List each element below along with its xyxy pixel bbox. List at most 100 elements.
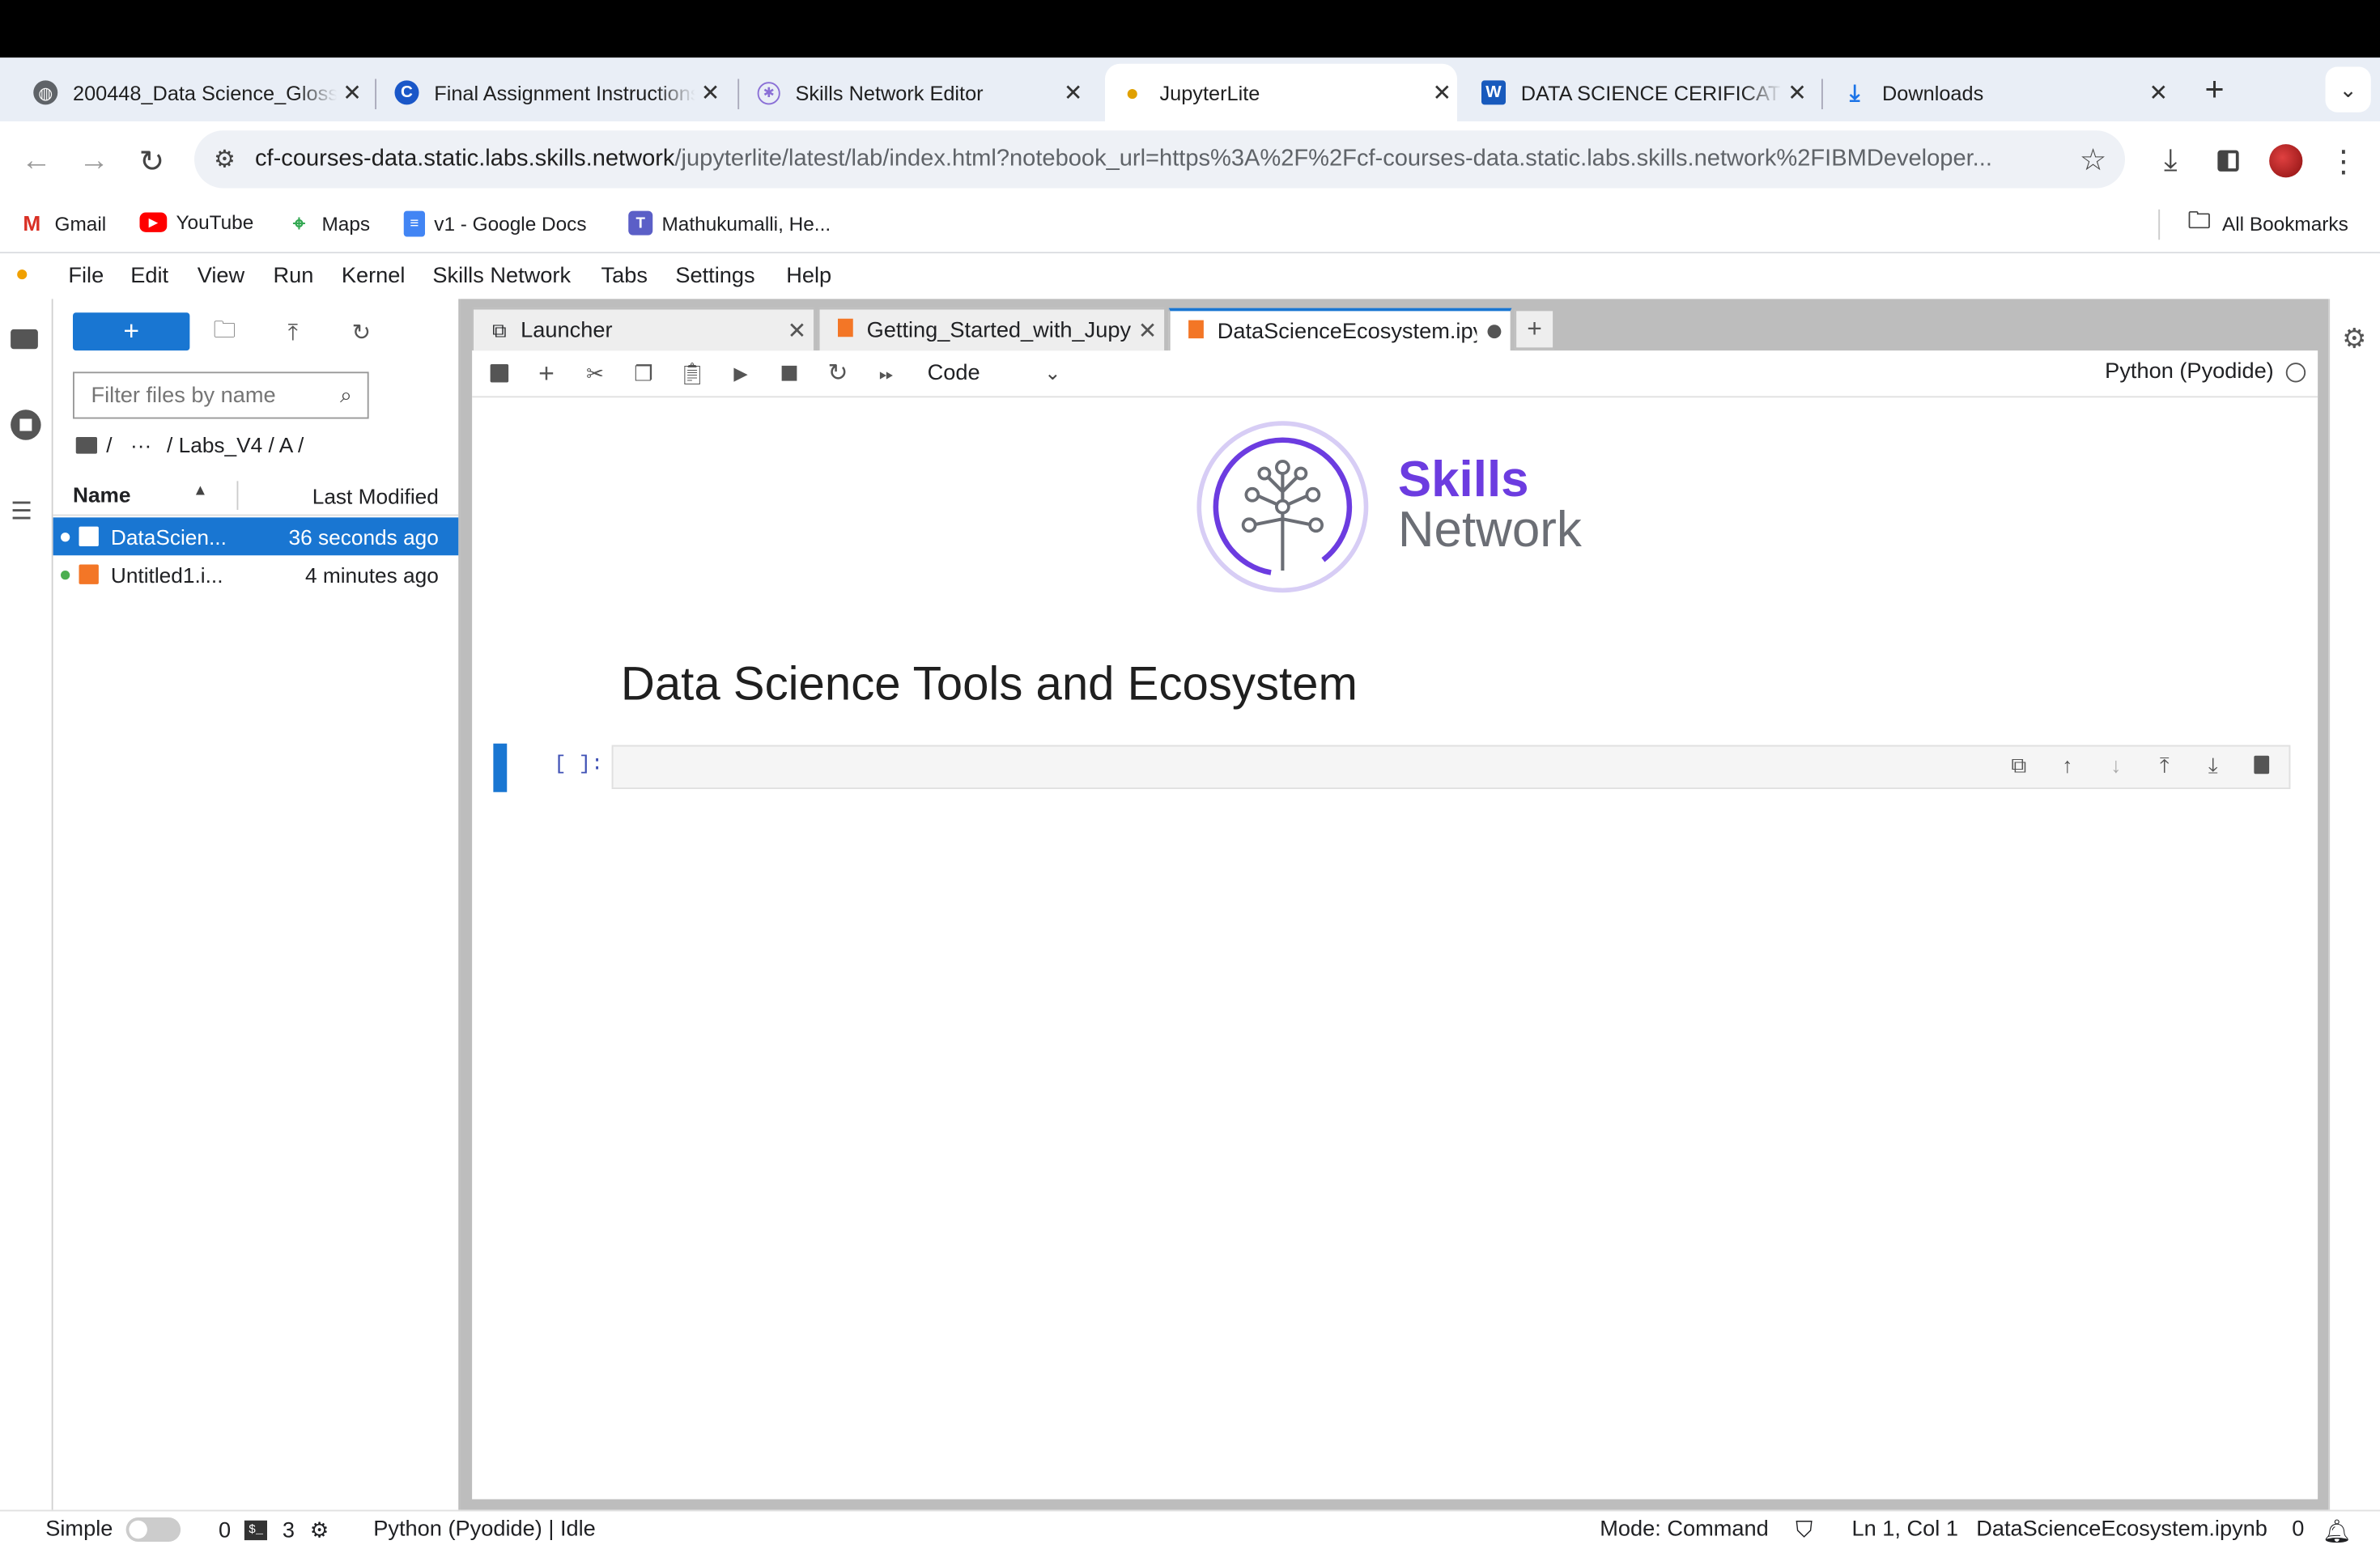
breadcrumb-ellipsis[interactable]: ··· <box>130 432 151 456</box>
kernel-indicator[interactable]: Python (Pyodide) <box>2105 359 2306 384</box>
property-inspector-tab[interactable]: ⚙ <box>2342 323 2366 354</box>
menu-settings[interactable]: Settings <box>675 264 754 288</box>
column-last-modified[interactable]: Last Modified <box>312 484 439 508</box>
cursor-position[interactable]: Ln 1, Col 1 <box>1852 1517 1959 1542</box>
copy-button[interactable]: ❐ <box>628 359 659 389</box>
bookmark-maps[interactable]: ⌖ Maps <box>286 210 370 236</box>
move-cell-down-button[interactable]: ↓ <box>2101 749 2131 780</box>
browser-tab-jupyterlite[interactable]: ● JupyterLite ✕ <box>1105 63 1458 121</box>
file-row[interactable]: Untitled1.i... 4 minutes ago <box>53 555 459 593</box>
browser-tab-downloads[interactable]: ⤓ Downloads ✕ <box>1830 64 2174 121</box>
new-launcher-button[interactable]: + <box>73 312 190 351</box>
filter-files-input[interactable] <box>87 381 338 410</box>
back-button[interactable]: ← <box>19 142 55 179</box>
downloads-button[interactable]: ⤓ <box>2153 142 2189 179</box>
new-folder-button[interactable]: 🗀 <box>208 316 241 349</box>
restart-button[interactable]: ↻ <box>822 359 853 389</box>
run-button[interactable]: ▶ <box>725 359 756 389</box>
browser-tab-skills-editor[interactable]: ✱ Skills Network Editor ✕ <box>746 64 1089 121</box>
bell-icon[interactable]: 🔔︎ <box>2323 1517 2352 1545</box>
move-cell-up-button[interactable]: ↑ <box>2052 749 2083 780</box>
insert-cell-below-button[interactable]: ⤓ <box>2198 749 2229 780</box>
delete-cell-button[interactable] <box>2246 749 2277 780</box>
menu-help[interactable]: Help <box>786 264 831 288</box>
breadcrumb-path[interactable]: / Labs_V4 / A / <box>167 432 304 456</box>
jupyter-logo-icon: ● <box>15 261 29 287</box>
menu-edit[interactable]: Edit <box>130 264 168 288</box>
notification-count[interactable]: 0 <box>2292 1517 2304 1542</box>
browser-tab-final-assignment[interactable]: C Final Assignment Instructions ✕ <box>383 64 726 121</box>
docs-icon: ≡ <box>403 210 425 237</box>
side-panel-button[interactable] <box>2210 142 2246 179</box>
add-tab-button[interactable]: + <box>1515 309 1554 350</box>
insert-cell-button[interactable]: + <box>531 358 562 389</box>
close-icon[interactable]: ✕ <box>1058 79 1089 106</box>
unsaved-dot-icon[interactable] <box>1477 319 1510 345</box>
upload-button[interactable]: ⤒ <box>276 316 309 349</box>
menu-run[interactable]: Run <box>274 264 314 288</box>
tab-launcher[interactable]: ⧉ Launcher ✕ <box>472 308 815 351</box>
menu-skills-network[interactable]: Skills Network <box>432 264 571 288</box>
insert-below-icon: ⤓ <box>2208 752 2218 777</box>
close-icon[interactable]: ✕ <box>337 79 368 106</box>
tab-datascience-ecosystem[interactable]: DataScienceEcosystem.ipynb <box>1168 308 1512 352</box>
save-button[interactable] <box>484 359 515 389</box>
browser-tab-word-doc[interactable]: W DATA SCIENCE CERIFICATE ✕ <box>1469 64 1813 121</box>
new-tab-button[interactable]: + <box>2198 72 2231 106</box>
close-icon[interactable]: ✕ <box>1131 316 1164 344</box>
menu-view[interactable]: View <box>198 264 244 288</box>
address-bar[interactable]: ⚙ cf-courses-data.static.labs.skills.net… <box>194 130 2125 189</box>
file-browser-tab[interactable] <box>11 326 41 350</box>
code-cell[interactable]: [ ]: ⧉ ↑ ↓ ⤒ ⤓ <box>493 743 2292 792</box>
profile-avatar[interactable] <box>2267 142 2304 179</box>
arrow-down-icon: ↓ <box>2110 753 2122 777</box>
file-row[interactable]: DataScien... 36 seconds ago <box>53 517 459 556</box>
close-icon[interactable]: ✕ <box>1782 79 1813 106</box>
home-folder-icon[interactable] <box>75 436 97 453</box>
simple-mode-label: Simple <box>45 1517 113 1542</box>
simple-mode-toggle[interactable]: Simple <box>45 1517 181 1542</box>
browser-tab-title: Final Assignment Instructions <box>434 81 695 104</box>
breadcrumb-root[interactable]: / <box>106 432 112 456</box>
download-icon: ⤓ <box>2163 143 2178 177</box>
cell-type-select[interactable]: Code ⌄ <box>928 359 1061 389</box>
refresh-button[interactable]: ↻ <box>345 316 378 349</box>
shield-icon[interactable]: ⛉ <box>1796 1517 1813 1543</box>
interrupt-button[interactable] <box>774 359 805 389</box>
duplicate-cell-button[interactable]: ⧉ <box>2004 749 2034 780</box>
bookmark-star-icon[interactable]: ☆ <box>2080 140 2107 178</box>
browser-tab-glossary[interactable]: ◍ 200448_Data Science_Glossary ✕ <box>21 64 368 121</box>
paste-button[interactable]: 📋︎ <box>677 359 708 389</box>
running-kernels-tab[interactable] <box>11 410 41 440</box>
close-icon[interactable]: ✕ <box>780 316 814 344</box>
bookmark-teams[interactable]: T Mathukumalli, He... <box>628 210 831 236</box>
cut-button[interactable]: ✂ <box>580 359 610 389</box>
toggle-switch[interactable] <box>126 1517 181 1542</box>
close-icon[interactable]: ✕ <box>695 79 726 106</box>
close-icon[interactable]: ✕ <box>1427 79 1458 106</box>
cell-prompt: [ ]: <box>554 753 604 777</box>
menu-kernel[interactable]: Kernel <box>342 264 406 288</box>
reload-button[interactable]: ↻ <box>134 142 170 179</box>
table-of-contents-tab[interactable]: ☰ <box>11 496 41 527</box>
column-name[interactable]: Name <box>73 482 131 507</box>
all-bookmarks-button[interactable]: 🗀 All Bookmarks <box>2186 207 2348 236</box>
tab-search-button[interactable]: ⌄ <box>2325 66 2371 112</box>
insert-cell-above-button[interactable]: ⤒ <box>2149 749 2180 780</box>
terminal-count[interactable]: 0 $_ 3 ⚙ <box>219 1517 329 1543</box>
restart-run-all-button[interactable]: ⏩︎ <box>871 359 902 389</box>
bookmark-youtube[interactable]: ▶ YouTube <box>139 211 253 234</box>
cell-editor[interactable] <box>611 745 2291 789</box>
bookmark-gmail[interactable]: M Gmail <box>19 211 106 236</box>
kernel-status[interactable]: Python (Pyodide) | Idle <box>373 1517 596 1542</box>
close-icon[interactable]: ✕ <box>2144 79 2174 106</box>
site-info-icon[interactable]: ⚙ <box>206 144 243 175</box>
browser-menu-button[interactable]: ⋮ <box>2326 142 2362 179</box>
url-text[interactable]: cf-courses-data.static.labs.skills.netwo… <box>255 146 2061 173</box>
menu-file[interactable]: File <box>68 264 104 288</box>
menu-tabs[interactable]: Tabs <box>601 264 648 288</box>
forward-button[interactable]: → <box>76 142 113 179</box>
tab-getting-started[interactable]: Getting_Started_with_Jupyter ✕ <box>818 308 1166 351</box>
bookmark-google-docs[interactable]: ≡ v1 - Google Docs <box>403 210 587 237</box>
browser-toolbar: ← → ↻ ⚙ cf-courses-data.static.labs.skil… <box>0 121 2380 201</box>
